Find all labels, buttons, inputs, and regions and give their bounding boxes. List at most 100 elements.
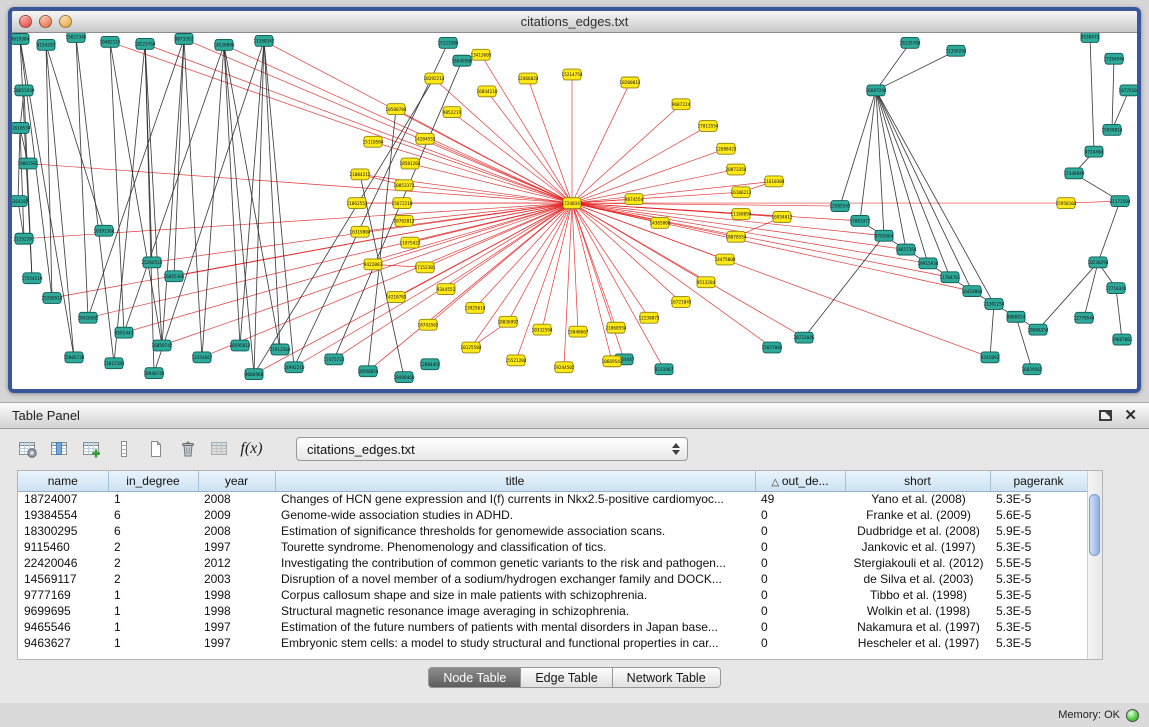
network-edge[interactable]	[542, 203, 572, 330]
network-edge[interactable]	[294, 43, 448, 367]
table-row[interactable]: 946362711997Embryonic stem cells: a mode…	[18, 635, 1087, 651]
network-edge[interactable]	[840, 90, 876, 206]
network-node[interactable]: 13413605	[470, 49, 491, 60]
network-node[interactable]: 10332594	[531, 324, 552, 335]
network-node[interactable]: 21004212	[349, 169, 370, 180]
network-node[interactable]: 16029562	[1021, 364, 1042, 375]
network-node[interactable]: 10482115	[99, 36, 120, 47]
network-view[interactable]: 8619304915420715823346104821151822376498…	[12, 33, 1137, 389]
network-node[interactable]: 9592441	[115, 327, 134, 338]
network-node[interactable]: 19498460	[393, 372, 414, 383]
network-node[interactable]: 20595013	[229, 340, 250, 351]
table-scroll-area[interactable]: namein_degreeyeartitle△ out_de...shortpa…	[18, 471, 1087, 659]
column-header-pagerank[interactable]: pagerank	[990, 471, 1087, 491]
network-edge[interactable]	[254, 41, 264, 374]
network-node[interactable]: 16106213	[730, 187, 751, 198]
network-canvas[interactable]: 8619304915420715823346104821151822376498…	[12, 33, 1137, 389]
network-node[interactable]: 16844210	[476, 86, 497, 97]
network-node[interactable]: 18668354	[1027, 324, 1048, 335]
network-edge[interactable]	[124, 203, 572, 333]
network-edge[interactable]	[202, 45, 224, 357]
network-node[interactable]: 15958814	[1101, 124, 1122, 135]
network-node[interactable]: 9245092	[981, 352, 1000, 363]
network-node[interactable]: 14204553	[414, 133, 435, 144]
network-node[interactable]: 20651939	[13, 85, 34, 96]
network-node[interactable]: 12505543	[829, 201, 850, 212]
network-node[interactable]: 10590054	[357, 366, 378, 377]
network-edge[interactable]	[487, 91, 572, 203]
network-node[interactable]: 20722046	[793, 332, 814, 343]
network-node[interactable]: 11704761	[939, 272, 960, 283]
network-node[interactable]: 11975423	[399, 237, 420, 248]
network-node[interactable]: 18581204	[399, 158, 420, 169]
table-row[interactable]: 1872400712008Changes of HCN gene express…	[18, 491, 1087, 507]
network-node[interactable]: 21060554	[605, 322, 626, 333]
network-node[interactable]: 18223764	[134, 38, 155, 49]
network-edge[interactable]	[254, 203, 572, 374]
tab-edge-table[interactable]: Edge Table	[521, 667, 612, 688]
network-node[interactable]: 11260342	[253, 35, 274, 46]
network-edge[interactable]	[572, 126, 708, 203]
network-edge[interactable]	[876, 43, 910, 90]
network-edge[interactable]	[508, 203, 572, 322]
network-edge[interactable]	[1090, 37, 1094, 152]
table-selector-dropdown[interactable]: citations_edges.txt	[296, 437, 688, 461]
network-edge[interactable]	[110, 42, 124, 333]
network-node[interactable]: 15123304	[437, 37, 458, 48]
network-node[interactable]: 10776104	[1118, 85, 1137, 96]
network-node[interactable]: 15823346	[65, 33, 86, 42]
float-panel-icon[interactable]	[1099, 410, 1112, 421]
network-edge[interactable]	[1116, 288, 1122, 339]
scrollbar-thumb[interactable]	[1089, 494, 1100, 556]
network-node[interactable]: 8619304	[12, 33, 30, 44]
network-node[interactable]: 17554219	[21, 273, 42, 284]
network-node[interactable]: 16410804	[961, 286, 982, 297]
network-node[interactable]: 10853372	[393, 180, 414, 191]
network-edge[interactable]	[184, 39, 202, 357]
network-node[interactable]: 21152391	[13, 233, 34, 244]
table-row[interactable]: 911546021997Tourette syndrome. Phenomeno…	[18, 539, 1087, 555]
network-node[interactable]: 12688423	[715, 143, 736, 154]
network-node[interactable]: 11012183	[103, 358, 124, 369]
network-edge[interactable]	[990, 304, 994, 357]
network-node[interactable]: 12084452	[419, 359, 440, 370]
network-node[interactable]: 12770544	[1073, 312, 1094, 323]
network-edge[interactable]	[1112, 90, 1129, 130]
network-node[interactable]: 9873352	[175, 33, 194, 44]
network-node[interactable]: 18878554	[725, 231, 746, 242]
network-node[interactable]: 9874554	[625, 194, 644, 205]
network-node[interactable]: 20702013	[393, 215, 414, 226]
network-edge[interactable]	[110, 42, 572, 203]
network-node[interactable]: 12239873	[638, 312, 659, 323]
network-node[interactable]: 15037003	[761, 342, 782, 353]
network-edge[interactable]	[154, 41, 264, 373]
network-edge[interactable]	[264, 41, 572, 203]
network-edge[interactable]	[240, 41, 264, 346]
network-edge[interactable]	[528, 78, 572, 203]
column-header-out_de[interactable]: △ out_de...	[755, 471, 845, 491]
create-column-icon[interactable]	[78, 437, 105, 461]
network-node[interactable]: 13925614	[464, 302, 485, 313]
network-edge[interactable]	[572, 82, 630, 203]
network-node[interactable]: 14657354	[895, 244, 916, 255]
tab-node-table[interactable]: Node Table	[428, 667, 521, 688]
network-node[interactable]: 18036992	[497, 316, 518, 327]
network-node[interactable]: 16059742	[151, 340, 172, 351]
network-node[interactable]: 10230294	[1087, 257, 1108, 268]
network-edge[interactable]	[564, 203, 572, 367]
network-node[interactable]: 17240341	[561, 198, 582, 209]
column-header-year[interactable]: year	[198, 471, 275, 491]
table-row[interactable]: 1456911722003Disruption of a novel membe…	[18, 571, 1087, 587]
network-edge[interactable]	[572, 203, 616, 328]
tab-network-table[interactable]: Network Table	[613, 667, 721, 688]
network-edge[interactable]	[264, 41, 280, 350]
vertical-scrollbar[interactable]	[1087, 471, 1102, 659]
network-node[interactable]: 15672210	[391, 198, 412, 209]
network-edge[interactable]	[46, 45, 74, 357]
network-node[interactable]: 21302254	[983, 299, 1004, 310]
network-edge[interactable]	[76, 37, 88, 318]
network-edge[interactable]	[162, 39, 184, 346]
network-node[interactable]: 18743562	[417, 319, 438, 330]
network-node[interactable]: 18200013	[619, 77, 640, 88]
network-node[interactable]: 15958104	[1055, 198, 1076, 209]
